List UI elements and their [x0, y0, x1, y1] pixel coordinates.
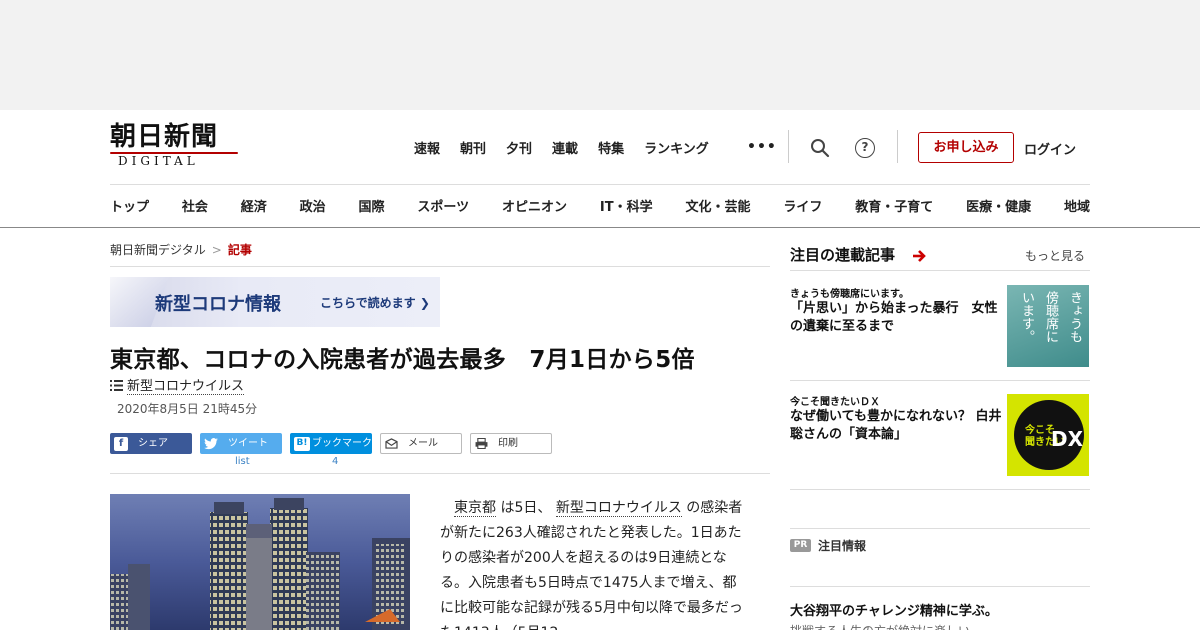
facebook-share-label: シェア: [138, 438, 168, 449]
topic-tag-link[interactable]: 新型コロナウイルス: [127, 379, 245, 395]
list-icon: [110, 380, 123, 391]
top-nav-item[interactable]: ランキング: [644, 138, 709, 157]
thumbnail-text: DX: [1051, 427, 1084, 451]
body-link-tokyo[interactable]: 東京都: [454, 500, 496, 517]
body-text: の感染者が新たに263人確認されたと発表した。1日あたりの感染者が200人を超え…: [440, 500, 743, 630]
corona-info-banner[interactable]: 新型コロナ情報 こちらで読めます ❯: [110, 277, 440, 327]
top-nav-item[interactable]: 夕刊: [506, 138, 532, 157]
logo-kanji: 朝日新聞: [110, 122, 219, 152]
twitter-share-button[interactable]: ツイート: [200, 433, 282, 454]
thumbnail-text: きょうも: [1067, 291, 1082, 343]
mail-share-button[interactable]: メール: [380, 433, 462, 454]
article-date: 2020年8月5日 21時45分: [117, 402, 258, 416]
category-nav-item[interactable]: 経済: [241, 196, 267, 215]
facebook-icon: f: [114, 436, 128, 451]
divider: [790, 380, 1090, 381]
body-text: は5日、: [500, 500, 552, 516]
series-article-title[interactable]: 「片思い」から始まった暴行 女性の遺棄に至るまで: [790, 300, 1002, 336]
divider: [110, 184, 1090, 185]
thumbnail-text: います。: [1019, 291, 1034, 343]
sidebar-more-link[interactable]: もっと見る: [1025, 247, 1085, 264]
series-kicker[interactable]: 今こそ聞きたいＤＸ: [790, 393, 880, 408]
divider: [897, 130, 898, 163]
series-thumbnail[interactable]: きょうも 傍聴席に います。: [1007, 285, 1089, 367]
top-nav-item[interactable]: 特集: [598, 138, 624, 157]
login-link[interactable]: ログイン: [1024, 139, 1076, 158]
breadcrumb: 朝日新聞デジタル > 記事: [110, 241, 252, 258]
asahi-digital-logo[interactable]: 朝日新聞 DIGITAL: [110, 122, 245, 172]
category-nav-item[interactable]: オピニオン: [502, 196, 567, 215]
divider: [790, 528, 1090, 529]
top-nav-item[interactable]: 朝刊: [460, 138, 486, 157]
breadcrumb-current: 記事: [227, 243, 252, 257]
thumbnail-text: 傍聴席に: [1043, 291, 1058, 343]
divider: [0, 227, 1200, 228]
category-nav-item[interactable]: ライフ: [783, 196, 822, 215]
twitter-share-label: ツイート: [228, 438, 268, 449]
article-tag-row: 新型コロナウイルス: [110, 375, 245, 395]
category-nav-item[interactable]: 政治: [300, 196, 326, 215]
banner-title: 新型コロナ情報: [155, 294, 281, 315]
article-body: 東京都 は5日、 新型コロナウイルス の感染者が新たに263人確認されたと発表し…: [440, 496, 750, 630]
category-nav-item[interactable]: 国際: [359, 196, 385, 215]
arrow-right-icon: [913, 250, 926, 262]
mail-icon: [385, 438, 398, 449]
printer-icon: [475, 438, 488, 449]
category-nav-item[interactable]: 医療・健康: [966, 196, 1031, 215]
top-nav-item[interactable]: 速報: [414, 138, 440, 157]
divider: [110, 266, 770, 267]
logo-subtitle: DIGITAL: [118, 154, 199, 168]
twitter-icon: [204, 437, 218, 449]
category-nav-item[interactable]: IT・科学: [600, 196, 653, 215]
breadcrumb-home[interactable]: 朝日新聞デジタル: [110, 243, 206, 257]
more-menu-icon[interactable]: •••: [747, 139, 777, 155]
sidebar-heading[interactable]: 注目の連載記事: [790, 244, 895, 265]
top-nav-item[interactable]: 連載: [552, 138, 578, 157]
divider: [790, 270, 1090, 271]
breadcrumb-separator: >: [211, 243, 222, 257]
category-nav: トップ 社会 経済 政治 国際 スポーツ オピニオン IT・科学 文化・芸能 ラ…: [110, 196, 1090, 215]
category-nav-item[interactable]: 地域: [1064, 196, 1090, 215]
hatena-bookmark-icon: B!: [294, 436, 310, 451]
top-nav: 速報 朝刊 夕刊 連載 特集 ランキング: [414, 138, 709, 157]
pr-article-subtitle[interactable]: 挑戦する人生の方が絶対に楽しい: [790, 622, 970, 630]
divider: [788, 130, 789, 163]
category-nav-item[interactable]: 教育・子育て: [855, 196, 933, 215]
banner-cta: こちらで読めます ❯: [320, 296, 430, 310]
article-photo-tokyo-metropolitan-building[interactable]: [110, 494, 410, 630]
hatena-bookmark-label: ブックマーク: [312, 438, 372, 449]
print-button[interactable]: 印刷: [470, 433, 552, 454]
series-article-title[interactable]: なぜ働いても豊かになれない？ 白井聡さんの「資本論」: [790, 408, 1002, 444]
pr-article-title[interactable]: 大谷翔平のチャレンジ精神に学ぶ。: [790, 600, 998, 619]
series-kicker[interactable]: きょうも傍聴席にいます。: [790, 285, 909, 300]
category-nav-item[interactable]: 文化・芸能: [685, 196, 750, 215]
divider: [790, 489, 1090, 490]
divider: [110, 473, 770, 474]
mail-share-label: メール: [408, 438, 438, 449]
facebook-share-button[interactable]: f シェア: [110, 433, 192, 454]
hatena-bookmark-button[interactable]: B! ブックマーク: [290, 433, 372, 454]
pr-section-label: 注目情報: [818, 539, 867, 553]
article-headline: 東京都、コロナの入院患者が過去最多 7月1日から5倍: [110, 347, 695, 373]
category-nav-item[interactable]: スポーツ: [417, 196, 469, 215]
hatena-bookmark-count[interactable]: 4: [332, 456, 338, 467]
series-thumbnail[interactable]: 今こそ 聞きたい DX: [1007, 394, 1089, 476]
signup-button[interactable]: お申し込み: [918, 132, 1014, 163]
help-icon[interactable]: ?: [855, 138, 875, 158]
twitter-share-count[interactable]: list: [235, 456, 250, 467]
pr-badge: PR: [790, 539, 811, 552]
category-nav-item[interactable]: トップ: [110, 196, 149, 215]
search-icon[interactable]: [810, 138, 830, 158]
body-link-covid[interactable]: 新型コロナウイルス: [555, 500, 682, 517]
category-nav-item[interactable]: 社会: [182, 196, 208, 215]
building-illustration: [110, 498, 410, 630]
ad-banner-area: [0, 0, 1200, 110]
divider: [790, 586, 1090, 587]
print-label: 印刷: [498, 438, 518, 449]
